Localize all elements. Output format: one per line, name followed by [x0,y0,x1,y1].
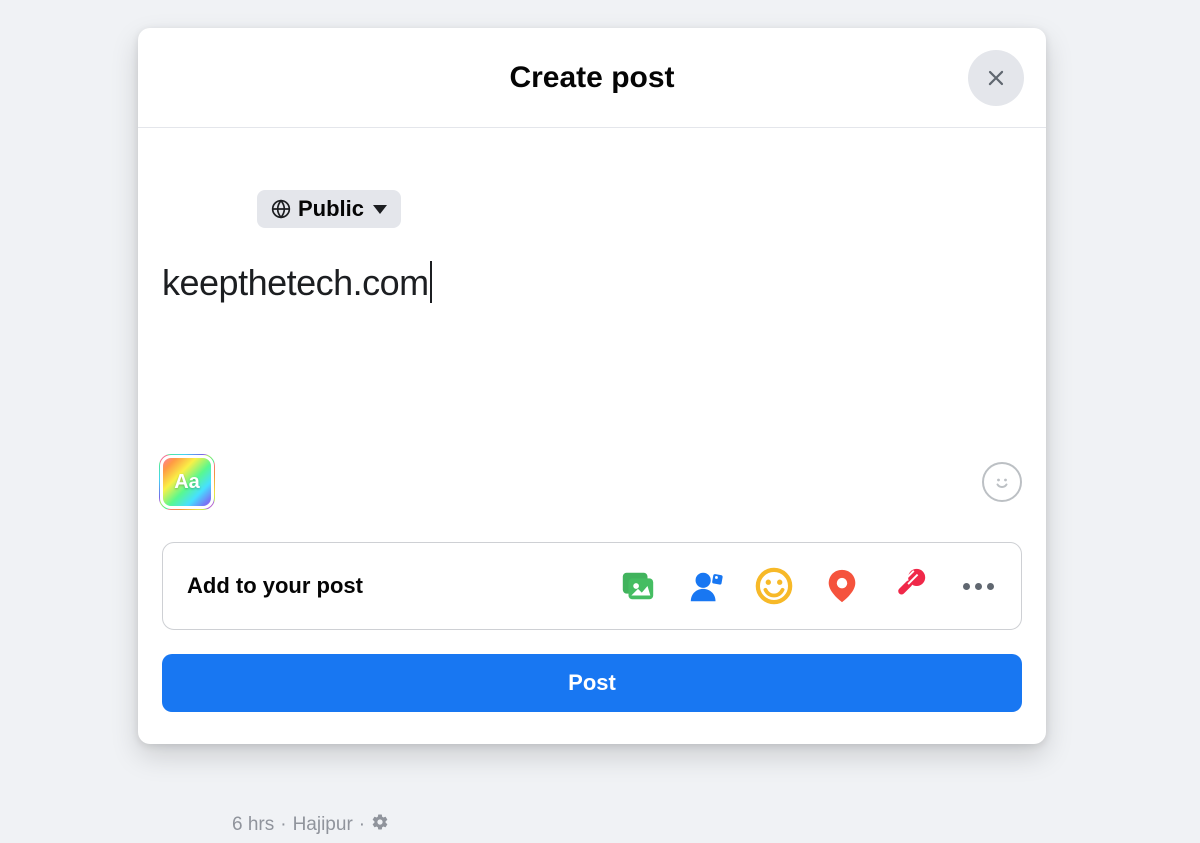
dialog-header: Create post [138,28,1046,128]
meta-separator: · [359,814,365,836]
microphone-icon [891,566,929,606]
post-button-label: Post [568,670,616,696]
tag-people-button[interactable] [687,567,725,605]
background-location: Hajipur [293,814,353,836]
close-button[interactable] [968,50,1024,106]
tag-people-icon [687,566,725,606]
compose-footer-row: Aa [162,454,1022,510]
compose-area[interactable]: keepthetech.com [162,228,1022,446]
feeling-button[interactable] [755,567,793,605]
add-to-post-icons [619,567,997,605]
compose-text[interactable]: keepthetech.com [162,262,1022,306]
meta-separator: · [280,814,286,836]
background-timestamp: 6 hrs [232,814,274,836]
photo-video-button[interactable] [619,567,657,605]
add-to-post-section: Add to your post [162,542,1022,630]
dialog-title: Create post [509,61,674,95]
dialog-body: Public keepthetech.com Aa Add to you [138,128,1046,744]
aa-label: Aa [174,471,200,494]
photo-video-icon [619,566,657,606]
globe-icon [271,199,291,219]
privacy-label: Public [298,196,364,222]
feeling-icon [755,566,793,606]
smiley-icon [990,470,1014,494]
more-icon [963,583,994,590]
post-button[interactable]: Post [162,654,1022,712]
location-pin-icon [823,566,861,606]
close-icon [983,65,1009,91]
emoji-picker-button[interactable] [982,462,1022,502]
add-to-post-label: Add to your post [187,573,363,599]
background-color-button[interactable]: Aa [159,454,215,510]
background-post-meta: 6 hrs · Hajipur · [232,813,389,837]
text-cursor [430,261,432,303]
privacy-row: Public [162,152,1022,228]
caret-down-icon [373,205,387,214]
live-video-button[interactable] [891,567,929,605]
check-in-button[interactable] [823,567,861,605]
compose-text-value: keepthetech.com [162,262,429,303]
gear-icon [371,813,389,837]
privacy-selector[interactable]: Public [257,190,401,228]
more-options-button[interactable] [959,567,997,605]
create-post-dialog: Create post Public keepthetech.com Aa [138,28,1046,744]
